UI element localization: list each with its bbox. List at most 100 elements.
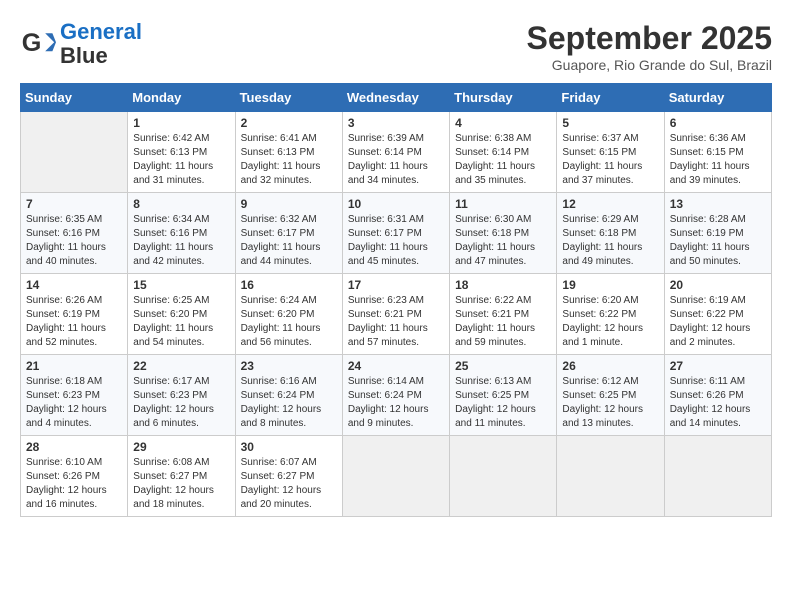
calendar-cell: 29Sunrise: 6:08 AM Sunset: 6:27 PM Dayli…	[128, 436, 235, 517]
calendar-header-day: Saturday	[664, 84, 771, 112]
calendar-cell: 2 Sunrise: 6:41 AM Sunset: 6:13 PM Daylig…	[235, 112, 342, 193]
calendar-cell: 26 Sunrise: 6:12 AM Sunset: 6:25 PM Dayli…	[557, 355, 664, 436]
day-number: 24	[348, 359, 444, 373]
calendar-cell: 22 Sunrise: 6:17 AM Sunset: 6:23 PM Dayli…	[128, 355, 235, 436]
calendar-cell: 19 Sunrise: 6:20 AM Sunset: 6:22 PM Dayli…	[557, 274, 664, 355]
day-number: 6	[670, 116, 766, 130]
day-info: Sunrise: 6:29 AM Sunset: 6:18 PM Dayligh…	[562, 213, 658, 269]
day-number: 16	[241, 278, 337, 292]
day-number: 18	[455, 278, 551, 292]
day-number: 2	[241, 116, 337, 130]
calendar-cell: 9Sunrise: 6:32 AM Sunset: 6:17 PM Daylig…	[235, 193, 342, 274]
calendar-cell	[342, 436, 449, 517]
calendar-cell: 27 Sunrise: 6:11 AM Sunset: 6:26 PM Dayli…	[664, 355, 771, 436]
day-info: Sunrise: 6:41 AM Sunset: 6:13 PM Dayligh…	[241, 132, 337, 188]
day-info: Sunrise: 6:11 AM Sunset: 6:26 PM Dayligh…	[670, 375, 766, 431]
calendar-week-row: 1 Sunrise: 6:42 AM Sunset: 6:13 PM Daylig…	[21, 112, 772, 193]
calendar-cell	[664, 436, 771, 517]
logo-text: General Blue	[60, 20, 142, 68]
day-info: Sunrise: 6:38 AM Sunset: 6:14 PM Dayligh…	[455, 132, 551, 188]
day-number: 21	[26, 359, 122, 373]
calendar-cell: 17Sunrise: 6:23 AM Sunset: 6:21 PM Dayli…	[342, 274, 449, 355]
day-number: 10	[348, 197, 444, 211]
day-info: Sunrise: 6:18 AM Sunset: 6:23 PM Dayligh…	[26, 375, 122, 431]
calendar-cell: 14 Sunrise: 6:26 AM Sunset: 6:19 PM Dayli…	[21, 274, 128, 355]
calendar-week-row: 21 Sunrise: 6:18 AM Sunset: 6:23 PM Dayli…	[21, 355, 772, 436]
day-number: 19	[562, 278, 658, 292]
day-info: Sunrise: 6:30 AM Sunset: 6:18 PM Dayligh…	[455, 213, 551, 269]
day-number: 23	[241, 359, 337, 373]
calendar-header-row: SundayMondayTuesdayWednesdayThursdayFrid…	[21, 84, 772, 112]
day-info: Sunrise: 6:12 AM Sunset: 6:25 PM Dayligh…	[562, 375, 658, 431]
day-info: Sunrise: 6:10 AM Sunset: 6:26 PM Dayligh…	[26, 456, 122, 512]
day-info: Sunrise: 6:25 AM Sunset: 6:20 PM Dayligh…	[133, 294, 229, 350]
day-info: Sunrise: 6:22 AM Sunset: 6:21 PM Dayligh…	[455, 294, 551, 350]
day-info: Sunrise: 6:35 AM Sunset: 6:16 PM Dayligh…	[26, 213, 122, 269]
day-number: 25	[455, 359, 551, 373]
day-info: Sunrise: 6:13 AM Sunset: 6:25 PM Dayligh…	[455, 375, 551, 431]
day-info: Sunrise: 6:26 AM Sunset: 6:19 PM Dayligh…	[26, 294, 122, 350]
calendar-table: SundayMondayTuesdayWednesdayThursdayFrid…	[20, 83, 772, 517]
day-number: 7	[26, 197, 122, 211]
calendar-header-day: Thursday	[450, 84, 557, 112]
calendar-header-day: Friday	[557, 84, 664, 112]
day-number: 9	[241, 197, 337, 211]
calendar-cell: 12Sunrise: 6:29 AM Sunset: 6:18 PM Dayli…	[557, 193, 664, 274]
month-title: September 2025	[527, 20, 772, 57]
calendar-cell: 4Sunrise: 6:38 AM Sunset: 6:14 PM Daylig…	[450, 112, 557, 193]
calendar-cell: 16Sunrise: 6:24 AM Sunset: 6:20 PM Dayli…	[235, 274, 342, 355]
calendar-cell: 8Sunrise: 6:34 AM Sunset: 6:16 PM Daylig…	[128, 193, 235, 274]
svg-text:G: G	[22, 29, 42, 57]
calendar-cell: 25 Sunrise: 6:13 AM Sunset: 6:25 PM Dayli…	[450, 355, 557, 436]
day-number: 15	[133, 278, 229, 292]
day-number: 28	[26, 440, 122, 454]
day-info: Sunrise: 6:14 AM Sunset: 6:24 PM Dayligh…	[348, 375, 444, 431]
calendar-body: 1 Sunrise: 6:42 AM Sunset: 6:13 PM Daylig…	[21, 112, 772, 517]
calendar-cell	[450, 436, 557, 517]
calendar-week-row: 14 Sunrise: 6:26 AM Sunset: 6:19 PM Dayli…	[21, 274, 772, 355]
logo-icon: G	[20, 26, 56, 62]
day-info: Sunrise: 6:36 AM Sunset: 6:15 PM Dayligh…	[670, 132, 766, 188]
logo: G General Blue	[20, 20, 142, 68]
calendar-header-day: Sunday	[21, 84, 128, 112]
calendar-cell	[557, 436, 664, 517]
day-info: Sunrise: 6:31 AM Sunset: 6:17 PM Dayligh…	[348, 213, 444, 269]
calendar-cell: 23Sunrise: 6:16 AM Sunset: 6:24 PM Dayli…	[235, 355, 342, 436]
day-number: 1	[133, 116, 229, 130]
day-info: Sunrise: 6:19 AM Sunset: 6:22 PM Dayligh…	[670, 294, 766, 350]
calendar-cell: 10 Sunrise: 6:31 AM Sunset: 6:17 PM Dayli…	[342, 193, 449, 274]
day-info: Sunrise: 6:23 AM Sunset: 6:21 PM Dayligh…	[348, 294, 444, 350]
day-info: Sunrise: 6:08 AM Sunset: 6:27 PM Dayligh…	[133, 456, 229, 512]
calendar-cell: 20 Sunrise: 6:19 AM Sunset: 6:22 PM Dayli…	[664, 274, 771, 355]
calendar-cell: 30Sunrise: 6:07 AM Sunset: 6:27 PM Dayli…	[235, 436, 342, 517]
day-info: Sunrise: 6:37 AM Sunset: 6:15 PM Dayligh…	[562, 132, 658, 188]
day-number: 11	[455, 197, 551, 211]
day-info: Sunrise: 6:17 AM Sunset: 6:23 PM Dayligh…	[133, 375, 229, 431]
day-number: 27	[670, 359, 766, 373]
day-number: 26	[562, 359, 658, 373]
day-number: 3	[348, 116, 444, 130]
day-info: Sunrise: 6:34 AM Sunset: 6:16 PM Dayligh…	[133, 213, 229, 269]
day-number: 5	[562, 116, 658, 130]
day-info: Sunrise: 6:20 AM Sunset: 6:22 PM Dayligh…	[562, 294, 658, 350]
calendar-cell: 13Sunrise: 6:28 AM Sunset: 6:19 PM Dayli…	[664, 193, 771, 274]
title-block: September 2025 Guapore, Rio Grande do Su…	[527, 20, 772, 73]
day-number: 13	[670, 197, 766, 211]
day-number: 14	[26, 278, 122, 292]
location: Guapore, Rio Grande do Sul, Brazil	[527, 57, 772, 73]
calendar-cell: 21 Sunrise: 6:18 AM Sunset: 6:23 PM Dayli…	[21, 355, 128, 436]
day-number: 22	[133, 359, 229, 373]
calendar-cell: 24 Sunrise: 6:14 AM Sunset: 6:24 PM Dayli…	[342, 355, 449, 436]
calendar-cell: 11 Sunrise: 6:30 AM Sunset: 6:18 PM Dayli…	[450, 193, 557, 274]
calendar-cell: 18 Sunrise: 6:22 AM Sunset: 6:21 PM Dayli…	[450, 274, 557, 355]
calendar-week-row: 28 Sunrise: 6:10 AM Sunset: 6:26 PM Dayli…	[21, 436, 772, 517]
calendar-cell: 28 Sunrise: 6:10 AM Sunset: 6:26 PM Dayli…	[21, 436, 128, 517]
page-header: G General Blue September 2025 Guapore, R…	[20, 20, 772, 73]
day-info: Sunrise: 6:07 AM Sunset: 6:27 PM Dayligh…	[241, 456, 337, 512]
calendar-week-row: 7 Sunrise: 6:35 AM Sunset: 6:16 PM Daylig…	[21, 193, 772, 274]
calendar-cell: 5 Sunrise: 6:37 AM Sunset: 6:15 PM Daylig…	[557, 112, 664, 193]
day-number: 20	[670, 278, 766, 292]
day-info: Sunrise: 6:42 AM Sunset: 6:13 PM Dayligh…	[133, 132, 229, 188]
calendar-header-day: Monday	[128, 84, 235, 112]
calendar-cell	[21, 112, 128, 193]
